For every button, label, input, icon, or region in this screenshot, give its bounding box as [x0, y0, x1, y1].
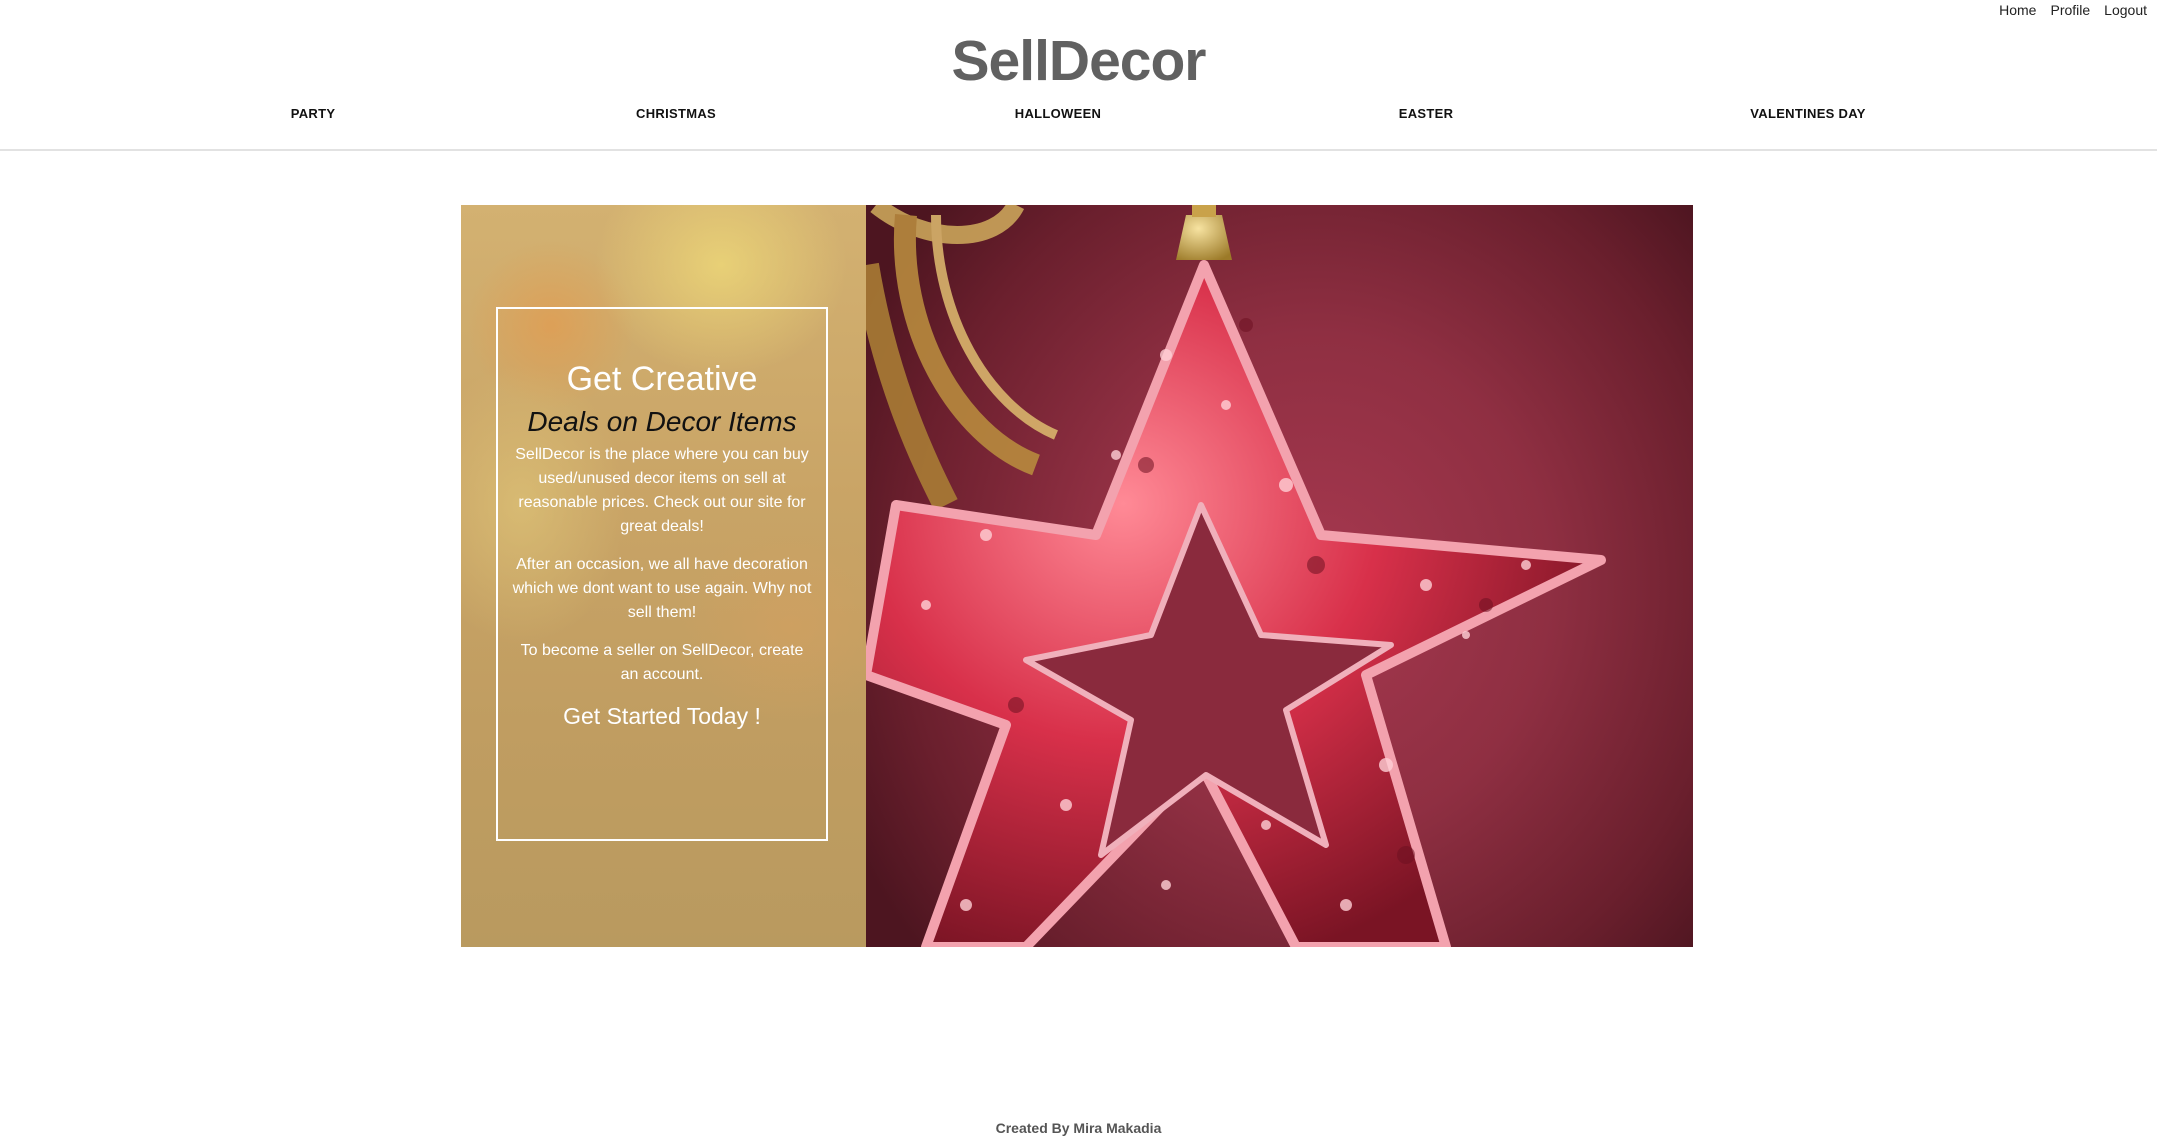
ornament-cap: [1176, 215, 1232, 260]
category-valentines-day[interactable]: VALENTINES DAY: [1750, 106, 1865, 121]
category-nav: PARTY CHRISTMAS HALLOWEEN EASTER VALENTI…: [0, 106, 2157, 130]
star-ornament-illustration: [866, 205, 1606, 947]
get-started-link[interactable]: Get Started Today !: [512, 701, 812, 731]
star-ornament-image: [866, 205, 1693, 947]
seller-paragraph: To become a seller on SellDecor, create …: [520, 642, 804, 683]
category-party[interactable]: PARTY: [291, 106, 336, 121]
intro-card: Get Creative Deals on Decor Items SellDe…: [496, 307, 828, 841]
occasion-paragraph: After an occasion, we all have decoratio…: [512, 556, 812, 621]
straw-ornament: [866, 205, 1058, 511]
nav-home-link[interactable]: Home: [1999, 2, 2036, 18]
nav-logout-link[interactable]: Logout: [2104, 2, 2147, 18]
footer-credit: Created By Mira Makadia: [995, 1120, 1162, 1136]
site-title[interactable]: SellDecor: [0, 28, 2157, 94]
header-divider: [0, 149, 2157, 151]
hero-heading: Get Creative: [566, 360, 758, 398]
category-christmas[interactable]: CHRISTMAS: [636, 106, 716, 121]
category-halloween[interactable]: HALLOWEEN: [1015, 106, 1101, 121]
top-nav: Home Profile Logout: [1999, 0, 2147, 20]
hero-subheading: Deals on Decor Items: [527, 406, 797, 437]
hero-banner: Get Creative Deals on Decor Items SellDe…: [461, 205, 1693, 947]
category-easter[interactable]: EASTER: [1399, 106, 1454, 121]
intro-paragraph: SellDecor is the place where you can buy…: [515, 446, 809, 535]
nav-profile-link[interactable]: Profile: [2050, 2, 2090, 18]
hero-text-panel: Get Creative Deals on Decor Items SellDe…: [461, 205, 866, 947]
